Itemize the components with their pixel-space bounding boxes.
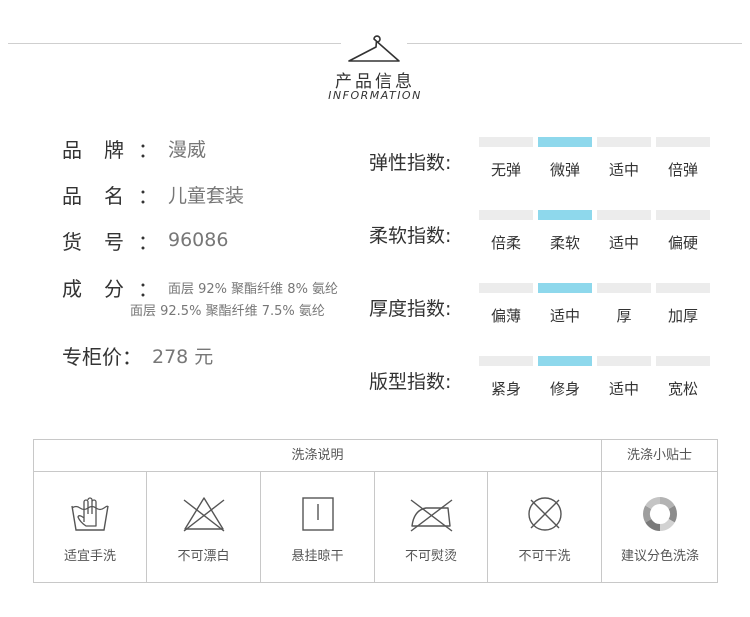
brand-value: 漫威 (168, 138, 207, 161)
care-tip-label: 建议分色洗涤 (620, 549, 699, 564)
care-item-no-dry-clean: 不可干洗 (488, 472, 601, 583)
price-value: 278 元 (152, 345, 214, 368)
brand-row: 品牌 ： 漫威 (62, 134, 206, 162)
price-row: 专柜价 ： 278 元 (62, 341, 213, 369)
composition-colon: ： (138, 276, 158, 301)
index-label: 厚度指数: (369, 298, 452, 320)
index-option: 偏薄 (490, 307, 521, 325)
index-bar (479, 356, 533, 366)
index-bar (656, 283, 710, 293)
index-bar (597, 137, 651, 147)
no-bleach-icon (183, 497, 224, 532)
hanger-icon (341, 34, 407, 68)
item-no-colon: ： (138, 229, 158, 254)
index-bar (597, 356, 651, 366)
brand-label: 品牌 (62, 137, 124, 162)
price-label: 专柜价 (62, 344, 122, 369)
item-no-value: 96086 (168, 229, 229, 251)
name-colon: ： (138, 183, 158, 208)
care-item-label: 不可干洗 (518, 549, 571, 564)
care-item-label: 不可漂白 (177, 549, 230, 564)
color-separate-icon (643, 497, 677, 531)
composition-line-1: 面层 92% 聚酯纤维 8% 氨纶 (168, 281, 339, 297)
care-item-no-iron: 不可熨烫 (375, 472, 487, 583)
index-bar-selected (538, 210, 592, 220)
index-bar (479, 283, 533, 293)
price-colon: ： (122, 344, 142, 369)
item-no-row: 货号 ： 96086 (62, 226, 228, 254)
index-label: 版型指数: (369, 371, 452, 393)
index-option: 适中 (608, 234, 639, 252)
care-item-label: 不可熨烫 (404, 549, 457, 564)
index-option: 柔软 (549, 234, 580, 252)
index-bar (656, 137, 710, 147)
composition-line-2: 面层 92.5% 聚酯纤维 7.5% 氨纶 (130, 304, 325, 319)
index-bar (479, 210, 533, 220)
care-item-hang-dry: 悬挂晾干 (261, 472, 374, 583)
care-title: 洗涤说明 (291, 448, 344, 463)
index-bar-selected (538, 137, 592, 147)
index-bar-selected (538, 356, 592, 366)
care-item-hand-wash: 适宜手洗 (34, 472, 146, 583)
section-subtitle: INFORMATION (328, 89, 422, 102)
composition-label: 成分 (62, 276, 124, 301)
item-no-label: 货号 (62, 229, 124, 254)
index-option: 适中 (608, 161, 639, 179)
index-bar (479, 137, 533, 147)
index-option: 修身 (549, 380, 580, 398)
index-option: 倍柔 (490, 234, 521, 252)
care-tips-title: 洗涤小贴士 (626, 448, 692, 463)
brand-colon: ： (138, 137, 158, 162)
index-option: 宽松 (667, 380, 698, 398)
care-tip-color-separate: 建议分色洗涤 (602, 472, 718, 583)
index-option: 加厚 (667, 307, 698, 325)
index-option: 适中 (608, 380, 639, 398)
care-item-label: 适宜手洗 (63, 549, 116, 564)
index-option: 紧身 (490, 380, 521, 398)
index-bar (656, 210, 710, 220)
index-option: 倍弹 (667, 161, 698, 179)
index-option: 偏硬 (667, 234, 698, 252)
index-option: 微弹 (549, 161, 580, 179)
care-instructions-box: 洗涤说明 洗涤小贴士 适宜手洗 不可漂白 悬挂晾干 不可熨烫 不可干洗 建议分色… (33, 439, 718, 583)
index-bar (656, 356, 710, 366)
no-dry-clean-icon (527, 497, 562, 531)
index-bar (597, 283, 651, 293)
hang-dry-icon (301, 497, 334, 531)
no-iron-icon (410, 499, 453, 532)
index-option: 无弹 (490, 161, 521, 179)
name-label: 品名 (62, 183, 124, 208)
composition-row: 成分 ： 面层 92% 聚酯纤维 8% 氨纶 (62, 273, 338, 301)
index-bar (597, 210, 651, 220)
name-value: 儿童套装 (168, 184, 245, 207)
hand-wash-icon (71, 497, 109, 531)
index-bar-selected (538, 283, 592, 293)
index-label: 柔软指数: (369, 225, 452, 247)
care-item-label: 悬挂晾干 (291, 549, 344, 564)
index-label: 弹性指数: (369, 152, 452, 174)
name-row: 品名 ： 儿童套装 (62, 180, 244, 208)
care-item-no-bleach: 不可漂白 (147, 472, 260, 583)
index-option: 厚 (616, 307, 632, 325)
index-option: 适中 (549, 307, 580, 325)
